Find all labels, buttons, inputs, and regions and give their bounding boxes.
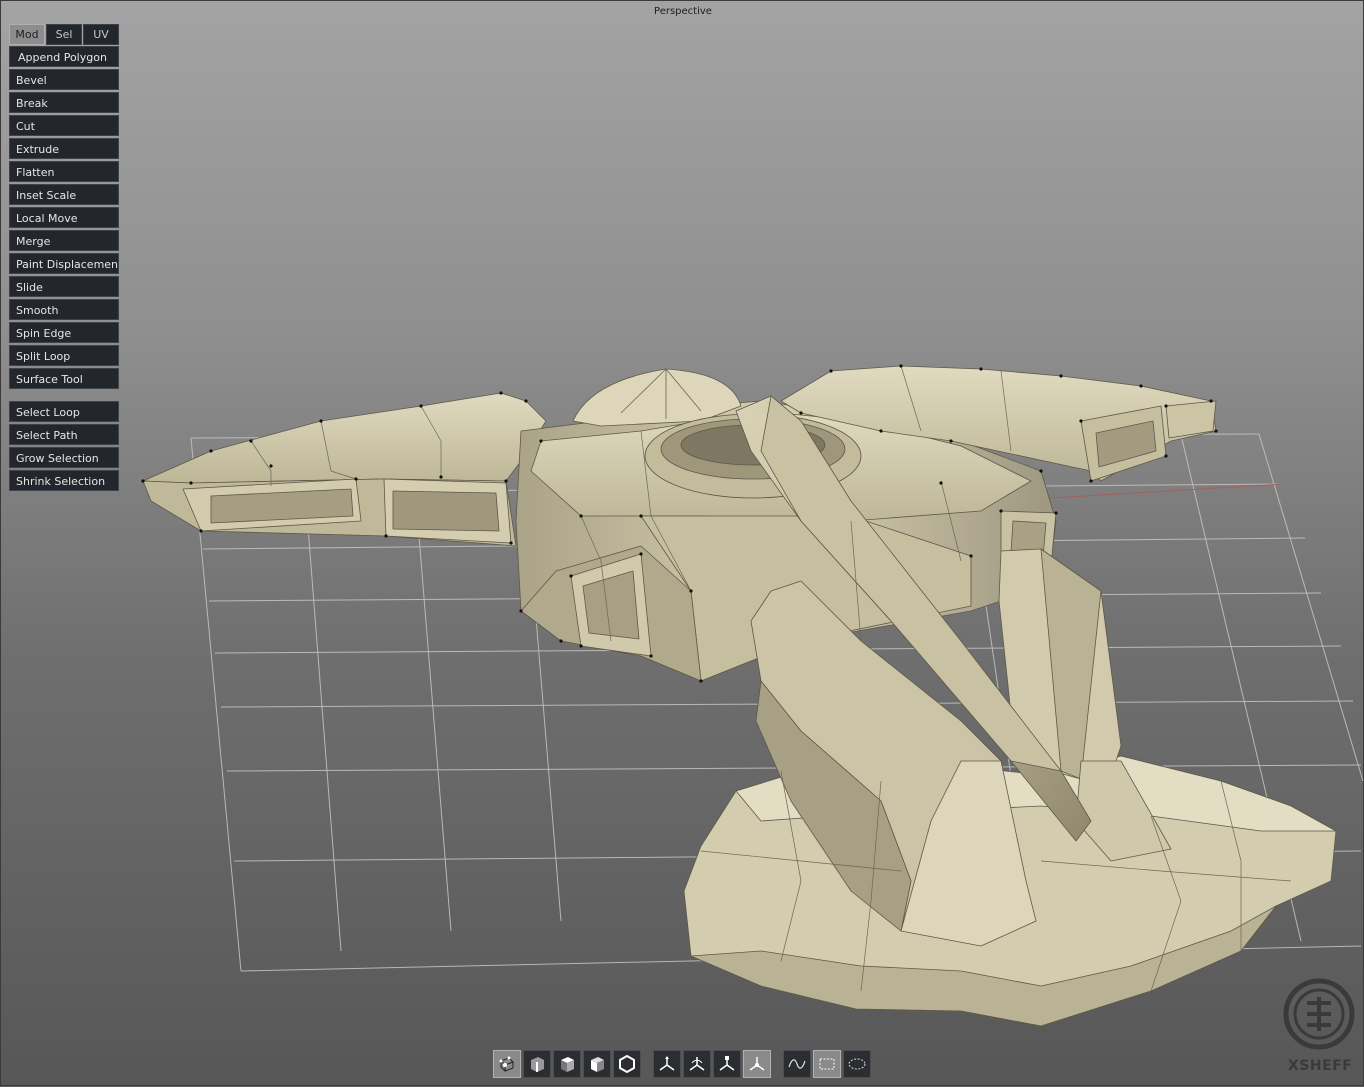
split-loop-button[interactable]: Split Loop [9,345,119,366]
vertex-mode-button[interactable] [493,1050,521,1078]
tab-uv[interactable]: UV [83,24,119,45]
edge-mode-button[interactable] [523,1050,551,1078]
grow-selection-button[interactable]: Grow Selection [9,447,119,468]
lasso-select-icon [788,1059,806,1069]
spin-edge-button[interactable]: Spin Edge [9,322,119,343]
smooth-button[interactable]: Smooth [9,299,119,320]
viewport-title: Perspective [654,6,712,17]
select-path-button[interactable]: Select Path [9,424,119,445]
selection-mode-toolbar [493,1050,873,1080]
rotate-gizmo-button[interactable] [683,1050,711,1078]
lasso-select-button[interactable] [783,1050,811,1078]
object-mode-icon [619,1054,635,1074]
modeling-tool-panel: Mod Sel UV Append Polygon Bevel Break Cu… [9,24,119,493]
surface-tool-button[interactable]: Surface Tool [9,368,119,389]
scene-canvas[interactable] [1,1,1364,1087]
panel-tabs: Mod Sel UV [9,24,119,45]
append-polygon-button[interactable]: Append Polygon [9,46,119,67]
vertex-mode-icon [499,1056,514,1072]
object-face-mode-icon [591,1057,604,1072]
slide-button[interactable]: Slide [9,276,119,297]
perspective-viewport[interactable]: Perspective Mod Sel UV Append Polygon Be… [0,0,1364,1086]
scale-gizmo-icon [719,1056,735,1071]
toolbar-separator [773,1050,783,1080]
universal-gizmo-icon [749,1057,765,1071]
break-button[interactable]: Break [9,92,119,113]
object-mode-button[interactable] [613,1050,641,1078]
paint-select-icon [848,1058,866,1070]
universal-gizmo-button[interactable] [743,1050,771,1078]
toolbar-separator [643,1050,653,1080]
tab-mod[interactable]: Mod [9,24,45,45]
merge-button[interactable]: Merge [9,230,119,251]
object-face-mode-button[interactable] [583,1050,611,1078]
mesh-model[interactable] [142,365,1337,1027]
rect-select-button[interactable] [813,1050,841,1078]
extrude-button[interactable]: Extrude [9,138,119,159]
move-gizmo-button[interactable] [653,1050,681,1078]
edge-mode-icon [531,1057,544,1072]
paint-select-button[interactable] [843,1050,871,1078]
rotate-gizmo-icon [689,1057,705,1071]
paint-displacement-button[interactable]: Paint Displacement [9,253,119,274]
move-gizmo-icon [659,1056,675,1071]
shrink-selection-button[interactable]: Shrink Selection [9,470,119,491]
flatten-button[interactable]: Flatten [9,161,119,182]
panel-spacer [9,391,119,401]
local-move-button[interactable]: Local Move [9,207,119,228]
face-mode-icon [561,1057,574,1072]
inset-scale-button[interactable]: Inset Scale [9,184,119,205]
scale-gizmo-button[interactable] [713,1050,741,1078]
cut-button[interactable]: Cut [9,115,119,136]
face-mode-button[interactable] [553,1050,581,1078]
select-loop-button[interactable]: Select Loop [9,401,119,422]
watermark-text: XSHEFF [1288,1058,1353,1074]
rect-select-icon [819,1058,835,1070]
bevel-button[interactable]: Bevel [9,69,119,90]
tab-sel[interactable]: Sel [46,24,82,45]
